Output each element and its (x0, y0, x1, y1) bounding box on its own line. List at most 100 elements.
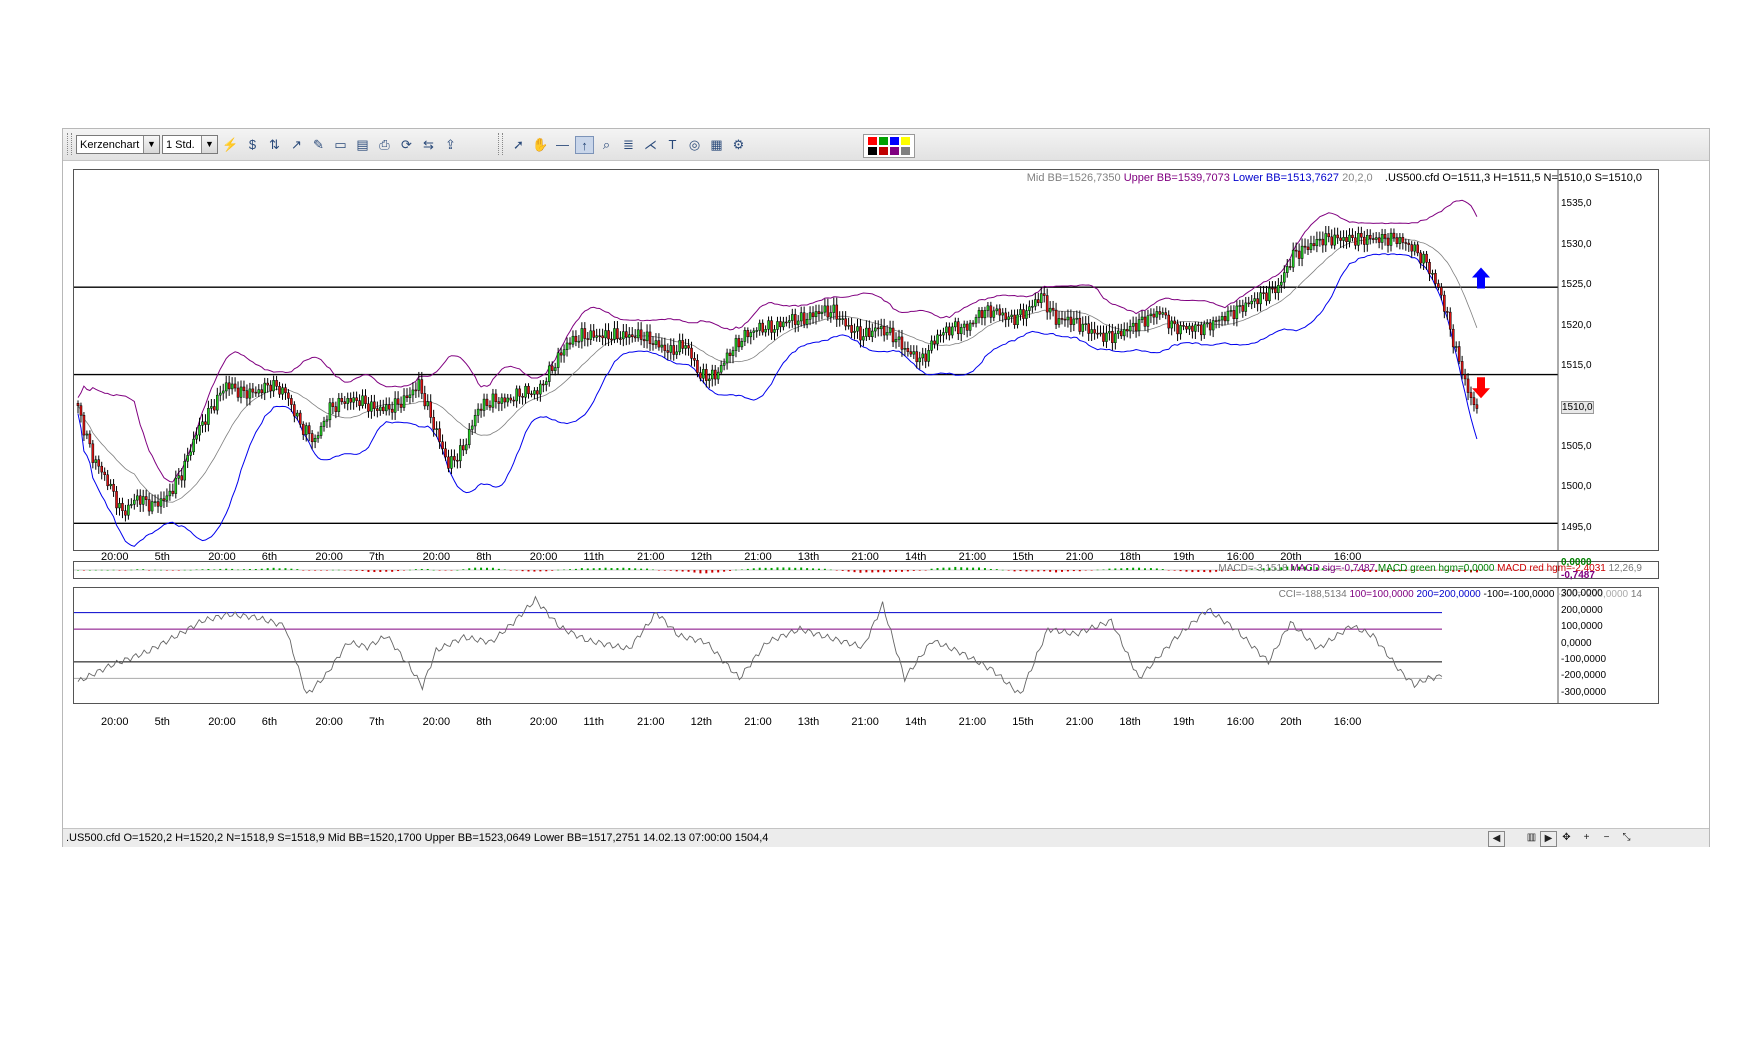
macd-bar (278, 568, 281, 570)
chevron-down-icon[interactable]: ▼ (201, 136, 217, 153)
line-chart-icon[interactable]: ↗ (287, 136, 306, 154)
candle-body (871, 330, 874, 338)
palette-swatch[interactable] (901, 137, 910, 145)
chart-type-select[interactable]: Kerzenchart ▼ (76, 135, 160, 154)
palette-swatch[interactable] (890, 147, 899, 155)
candle-body (565, 342, 569, 350)
candle-body (1045, 295, 1049, 313)
candle-body (850, 325, 853, 333)
edit-icon[interactable]: ✎ (309, 136, 328, 154)
trading-chart-window: Kerzenchart ▼ 1 Std. ▼ ⚡ $ ⇅ ↗ ✎ ▭ ▤ ⎙ ⟳… (62, 128, 1710, 847)
candle-body (1075, 317, 1079, 320)
export-icon[interactable]: ⇪ (441, 136, 460, 154)
scroll-left-icon[interactable]: ◀ (1488, 831, 1505, 847)
x-tick-label: 8th (476, 716, 492, 728)
candle-body (429, 401, 432, 418)
timeframe-select[interactable]: 1 Std. ▼ (162, 135, 218, 154)
scrollbar-thumb[interactable]: ▥ (1524, 831, 1539, 845)
settings-icon[interactable]: ⚙ (729, 136, 748, 154)
macd-bar (598, 568, 601, 570)
scroll-right-icon[interactable]: ▶ (1540, 831, 1557, 847)
refresh-icon[interactable]: ⟳ (397, 136, 416, 154)
candle-body (586, 338, 590, 340)
candle-body (473, 415, 477, 427)
cursor-arrow-icon[interactable]: ➚ (509, 136, 528, 154)
compare-icon[interactable]: ⇆ (419, 136, 438, 154)
candle-body (230, 383, 234, 390)
tools-icon[interactable]: ⇅ (265, 136, 284, 154)
macd-bar (569, 569, 571, 570)
candle-body (402, 395, 406, 408)
palette-swatch[interactable] (901, 147, 910, 155)
page-icon[interactable]: ▤ (353, 136, 372, 154)
macd-bar (1007, 570, 1010, 571)
bb-mid-label: Mid BB=1526,7350 (1026, 172, 1121, 184)
indicator-icon[interactable]: $ (243, 136, 262, 154)
candle-body (1194, 324, 1197, 332)
cycle-icon[interactable]: ◎ (685, 136, 704, 154)
window-icon[interactable]: ▭ (331, 136, 350, 154)
candle-body (109, 483, 112, 487)
macd-bar (130, 569, 133, 571)
expand-icon[interactable]: ⤡ (1619, 831, 1634, 845)
arrow-tool-icon[interactable]: ↑ (575, 136, 594, 154)
candle-body (657, 340, 661, 348)
candle-body (1060, 318, 1064, 320)
upper-bollinger-band (77, 199, 1478, 483)
candle-body (1454, 346, 1458, 348)
candle-body (909, 351, 913, 355)
candle-body (1081, 323, 1085, 332)
gann-icon[interactable]: ⋌ (641, 136, 660, 154)
macd-bar (841, 570, 844, 571)
cci-line-chart[interactable] (74, 588, 1658, 703)
text-tool-icon[interactable]: T (663, 136, 682, 154)
macd-bar (171, 570, 174, 571)
macd-bar (651, 569, 654, 571)
macd-bar (823, 568, 826, 570)
macd-bar (877, 570, 880, 573)
palette-swatch[interactable] (890, 137, 899, 145)
bb-upper-label: Upper BB=1539,7073 (1123, 172, 1230, 184)
x-tick-label: 11th (583, 551, 604, 563)
zoom-out-button[interactable]: − (1599, 831, 1614, 845)
candle-body (764, 329, 767, 333)
toolbar-grip[interactable] (67, 133, 72, 155)
chevron-down-icon[interactable]: ▼ (143, 136, 159, 153)
candle-body (85, 433, 89, 436)
fibonacci-icon[interactable]: ≣ (619, 136, 638, 154)
zoom-in-button[interactable]: + (1579, 831, 1594, 845)
cci-y-tick: -300,0000 (1561, 686, 1607, 698)
macd-bar (580, 568, 583, 570)
candle-body (216, 394, 219, 411)
palette-swatch[interactable] (879, 137, 888, 145)
candle-body (1069, 316, 1073, 325)
macd-bar (367, 570, 370, 572)
macd-bar (106, 569, 109, 571)
macd-bar (1043, 570, 1046, 572)
candle-body (1039, 293, 1043, 303)
candle-body (133, 499, 136, 505)
color-palette[interactable] (863, 134, 915, 158)
candle-body (242, 386, 246, 391)
candle-body (1054, 309, 1058, 325)
candle-body (390, 408, 394, 413)
toolbar-grip[interactable] (498, 133, 503, 155)
calculator-icon[interactable]: ▦ (707, 136, 726, 154)
line-tool-icon[interactable]: — (553, 136, 572, 154)
palette-swatch[interactable] (868, 147, 877, 155)
candle-body (681, 340, 684, 349)
print-icon[interactable]: ⎙ (375, 136, 394, 154)
candle-body (1268, 287, 1271, 302)
palette-swatch[interactable] (868, 137, 877, 145)
move-icon[interactable]: ✥ (1559, 831, 1574, 845)
macd-bar (723, 570, 726, 572)
candle-body (951, 326, 954, 336)
palette-swatch[interactable] (879, 147, 888, 155)
macd-bar (100, 569, 103, 571)
zoom-icon[interactable]: ⌕ (597, 136, 616, 154)
candle-chart-icon[interactable]: ⚡ (221, 136, 240, 154)
candle-body (251, 388, 255, 393)
macd-bar (966, 567, 969, 570)
candlestick-chart[interactable] (74, 170, 1658, 550)
hand-icon[interactable]: ✋ (531, 136, 550, 154)
